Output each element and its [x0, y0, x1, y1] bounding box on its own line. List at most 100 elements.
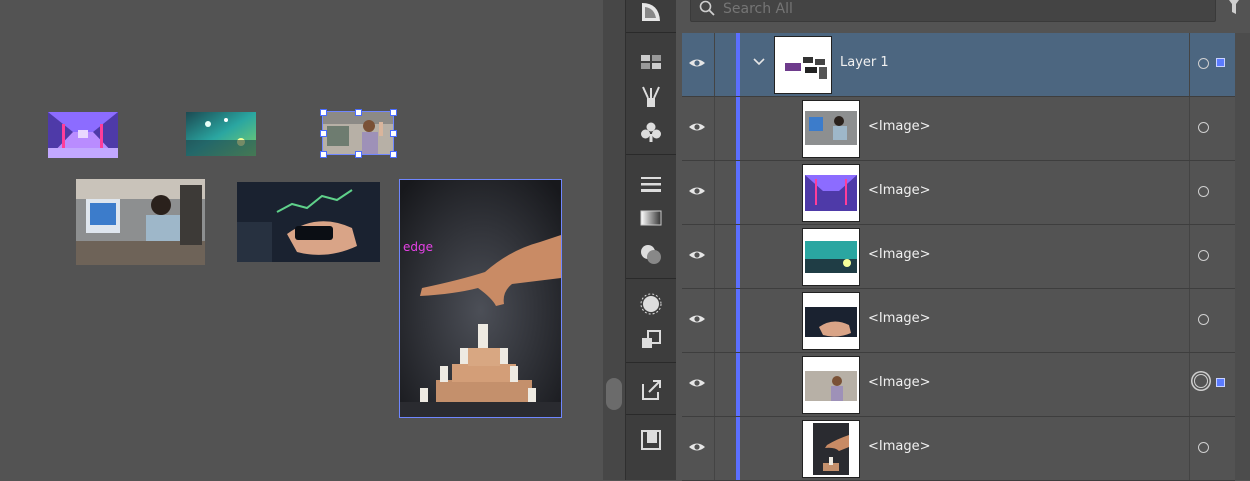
layers-panel-scrollbar[interactable] — [1235, 33, 1250, 480]
layer-color-bar — [736, 33, 740, 96]
graphic-styles-panel-icon[interactable] — [639, 328, 663, 352]
target-circle-icon[interactable] — [1198, 58, 1209, 69]
item-name[interactable]: <Image> — [868, 247, 931, 262]
selection-indicator[interactable] — [1216, 58, 1225, 67]
layer-item-row[interactable]: <Image> — [682, 97, 1235, 161]
layers-search-box[interactable] — [690, 0, 1216, 22]
layers-list: Layer 1 <Image> <Image> <Image> <Image> … — [682, 33, 1235, 481]
swatches-panel-icon[interactable] — [639, 50, 663, 74]
target-circle-icon[interactable] — [1198, 314, 1209, 325]
layer-color-bar — [736, 353, 740, 416]
canvas-image-office-workers[interactable] — [76, 179, 205, 265]
item-name[interactable]: <Image> — [868, 119, 931, 134]
chess-hand-photo — [400, 180, 561, 417]
chevron-down-icon[interactable] — [752, 55, 766, 69]
item-name[interactable]: <Image> — [868, 311, 931, 326]
column-divider — [1189, 97, 1190, 160]
layer-row-layer-1[interactable]: Layer 1 — [682, 33, 1235, 97]
eye-visibility-icon[interactable] — [688, 310, 706, 328]
selection-handle[interactable] — [390, 151, 397, 158]
eye-visibility-icon[interactable] — [688, 438, 706, 456]
layer-color-bar — [736, 289, 740, 352]
dock-divider — [626, 32, 676, 33]
selection-handle[interactable] — [355, 109, 362, 116]
canvas-image-teal-lights[interactable] — [186, 112, 256, 156]
column-divider — [714, 417, 715, 480]
filter-icon[interactable] — [1224, 0, 1244, 18]
scrollbar-thumb[interactable] — [606, 378, 622, 410]
edge-smart-guide-label: edge — [403, 240, 433, 254]
layer-color-bar — [736, 225, 740, 288]
selection-handle[interactable] — [390, 109, 397, 116]
column-divider — [1189, 161, 1190, 224]
column-divider — [714, 97, 715, 160]
canvas-image-purple-corridor[interactable] — [48, 112, 118, 158]
item-thumbnail — [802, 228, 860, 286]
layer-item-row[interactable]: <Image> — [682, 289, 1235, 353]
dock-divider — [626, 154, 676, 155]
layer-color-bar — [736, 97, 740, 160]
selection-handle[interactable] — [320, 130, 327, 137]
gradient-panel-icon[interactable] — [639, 0, 663, 24]
canvas-image-woman-waving[interactable] — [322, 111, 394, 155]
column-divider — [1189, 353, 1190, 416]
layer-item-row[interactable]: <Image> — [682, 225, 1235, 289]
column-divider — [1189, 289, 1190, 352]
layers-panel: Layer 1 <Image> — [676, 0, 1250, 481]
item-thumbnail — [802, 292, 860, 350]
item-thumbnail — [802, 356, 860, 414]
export-assets-icon[interactable] — [639, 378, 663, 402]
panel-dock-strip — [625, 0, 677, 480]
target-circle-icon[interactable] — [1198, 122, 1209, 133]
item-name[interactable]: <Image> — [868, 375, 931, 390]
layer-color-bar — [736, 417, 740, 480]
dock-divider — [626, 362, 676, 363]
column-divider — [714, 33, 715, 96]
canvas-image-chess-hand[interactable] — [399, 179, 562, 418]
teal-lights-photo — [186, 112, 256, 156]
selection-indicator[interactable] — [1216, 378, 1225, 387]
brushes-panel-icon[interactable] — [639, 85, 663, 109]
column-divider — [714, 161, 715, 224]
canvas-image-hands-phone[interactable] — [237, 182, 380, 262]
transparency-panel-icon[interactable] — [639, 242, 663, 266]
item-thumbnail — [802, 420, 860, 478]
layers-search-input[interactable] — [721, 0, 1195, 20]
eye-visibility-icon[interactable] — [688, 374, 706, 392]
target-circle-icon[interactable] — [1198, 250, 1209, 261]
office-workers-photo — [76, 179, 205, 265]
column-divider — [1189, 33, 1190, 96]
target-circle-icon[interactable] — [1198, 186, 1209, 197]
artboard-canvas[interactable]: edge — [0, 0, 603, 480]
selection-handle[interactable] — [355, 151, 362, 158]
selection-handle[interactable] — [390, 130, 397, 137]
dock-divider — [626, 278, 676, 279]
layer-name[interactable]: Layer 1 — [840, 55, 889, 70]
column-divider — [714, 289, 715, 352]
selection-handle[interactable] — [320, 109, 327, 116]
artboards-panel-icon[interactable] — [639, 428, 663, 452]
search-icon — [699, 0, 715, 16]
symbols-panel-icon[interactable] — [639, 120, 663, 144]
layer-thumbnail — [774, 36, 832, 94]
layer-item-row[interactable]: <Image> — [682, 417, 1235, 481]
hands-phone-photo — [237, 182, 380, 262]
eye-visibility-icon[interactable] — [688, 118, 706, 136]
gradient-swatch-icon[interactable] — [639, 206, 663, 230]
selection-handle[interactable] — [320, 151, 327, 158]
canvas-vertical-scrollbar[interactable] — [603, 0, 625, 480]
target-circle-icon[interactable] — [1198, 442, 1209, 453]
stroke-panel-icon[interactable] — [639, 172, 663, 196]
dock-divider — [626, 414, 676, 415]
eye-visibility-icon[interactable] — [688, 182, 706, 200]
item-name[interactable]: <Image> — [868, 439, 931, 454]
item-thumbnail — [802, 100, 860, 158]
eye-visibility-icon[interactable] — [688, 54, 706, 72]
target-double-circle-icon[interactable] — [1194, 374, 1208, 388]
layer-item-row[interactable]: <Image> — [682, 353, 1235, 417]
layer-item-row[interactable]: <Image> — [682, 161, 1235, 225]
item-name[interactable]: <Image> — [868, 183, 931, 198]
eye-visibility-icon[interactable] — [688, 246, 706, 264]
woman-waving-photo — [323, 112, 393, 154]
appearance-panel-icon[interactable] — [639, 292, 663, 316]
